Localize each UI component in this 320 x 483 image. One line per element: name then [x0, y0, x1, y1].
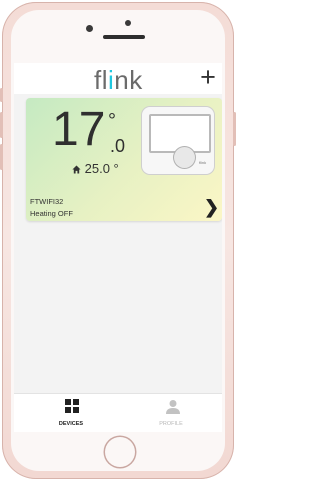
app-screen: flink + 17 ° .0 25.0 ° flink FTWIFI32 He… [14, 63, 222, 432]
power-button [233, 112, 236, 146]
earpiece-speaker [103, 35, 145, 39]
app-header: flink + [14, 63, 222, 95]
devices-grid-icon [65, 399, 79, 413]
device-info-row[interactable]: FTWIFI32 Heating OFF ❯ [26, 195, 222, 221]
front-camera [86, 25, 93, 32]
tab-devices[interactable]: DEVICES [26, 396, 116, 432]
bottom-tab-bar: DEVICES PROFILE [14, 393, 222, 432]
device-name: FTWIFI32 [30, 197, 64, 206]
flink-logo: flink [94, 65, 143, 95]
add-device-button[interactable]: + [198, 63, 218, 91]
thermostat-brand: flink [199, 160, 207, 165]
thermostat-image: flink [142, 107, 214, 174]
tab-profile[interactable]: PROFILE [126, 396, 216, 432]
device-card[interactable]: 17 ° .0 25.0 ° flink FTWIFI32 Heating OF… [26, 98, 222, 221]
setpoint-temperature: 25.0 ° [72, 161, 119, 176]
current-temperature: 17 ° .0 [52, 103, 126, 157]
tab-profile-label: PROFILE [159, 421, 183, 427]
chevron-right-icon[interactable]: ❯ [204, 197, 219, 218]
tab-devices-label: DEVICES [58, 421, 84, 427]
mute-switch [0, 88, 3, 102]
volume-up-button [0, 112, 3, 138]
thermostat-knob [174, 147, 195, 168]
volume-down-button [0, 144, 3, 170]
profile-person-icon [166, 400, 180, 414]
home-icon [72, 165, 81, 174]
device-status: Heating OFF [30, 209, 73, 218]
proximity-sensor [125, 20, 131, 26]
home-button[interactable] [105, 437, 135, 467]
